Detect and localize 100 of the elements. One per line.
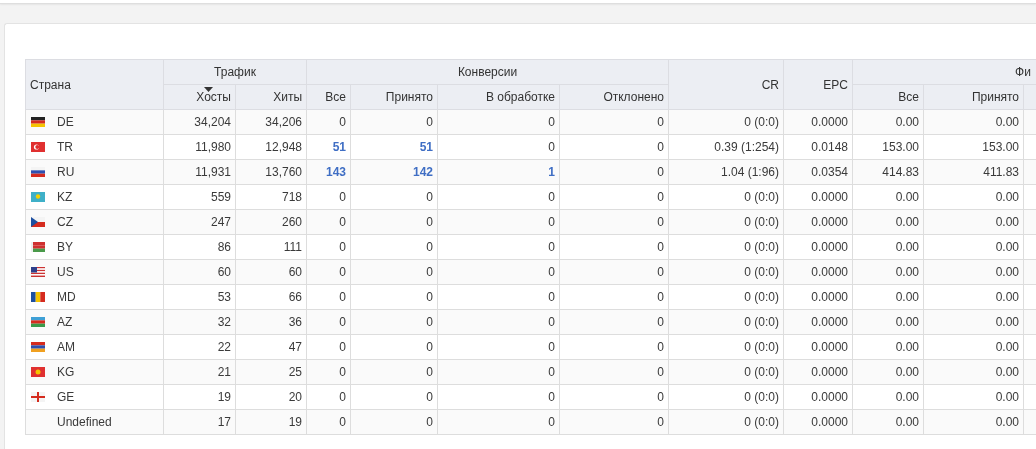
table-cell: 11,980 <box>163 134 236 160</box>
cell-value: 0 <box>426 415 433 429</box>
flag-icon <box>31 242 45 252</box>
table-cell: 0.0000 <box>783 234 853 260</box>
table-cell: 0.39 (1:254) <box>668 134 784 160</box>
column-header[interactable]: Отклонено <box>559 84 669 110</box>
cell-value: 0 <box>548 240 555 254</box>
table-cell: 0.00 <box>852 384 924 410</box>
column-group-header: Конверсии <box>306 59 669 85</box>
table-cell: 36 <box>235 309 307 335</box>
country-code: GE <box>57 390 75 404</box>
cell-value: 0 <box>548 365 555 379</box>
sort-caret-icon <box>204 87 213 92</box>
cell-value: 0 <box>339 315 346 329</box>
table-cell: 0.00 <box>852 309 924 335</box>
table-cell: 0.0000 <box>783 209 853 235</box>
table-cell: 60 <box>235 259 307 285</box>
cell-value: 0 <box>426 340 433 354</box>
flag-icon <box>31 342 45 352</box>
column-header[interactable]: EPC <box>783 59 853 110</box>
flag-icon <box>31 367 45 377</box>
table-cell: 0.00 <box>852 284 924 310</box>
cell-value: 0 <box>339 240 346 254</box>
cell-value: 0 <box>426 190 433 204</box>
table-cell: 0 (0:0) <box>668 109 784 135</box>
table-cell: 0.00 <box>852 409 924 435</box>
column-header[interactable]: Страна <box>25 59 164 110</box>
country-code: RU <box>57 165 75 179</box>
cell-value: 0 <box>657 315 665 329</box>
table-cell: 559 <box>163 184 236 210</box>
cell-value: 0 <box>657 340 665 354</box>
table-cell: 0.00 <box>852 334 924 360</box>
value-link[interactable]: 51 <box>332 140 346 154</box>
flag-icon <box>31 292 45 302</box>
table-cell: 11,931 <box>163 159 236 185</box>
table-cell: 0.00 <box>852 259 924 285</box>
table-cell: 0.0000 <box>783 384 853 410</box>
column-header[interactable]: В обработке <box>437 84 560 110</box>
country-code: Undefined <box>57 415 112 429</box>
cell-value: 0 <box>548 215 555 229</box>
table-cell: 247 <box>163 209 236 235</box>
table-cell: 0.00 <box>852 359 924 385</box>
country-code: KG <box>57 365 75 379</box>
table-cell: 260 <box>235 209 307 235</box>
table-cell: 21 <box>163 359 236 385</box>
table-cell: 22 <box>163 334 236 360</box>
table-cell: 20 <box>235 384 307 410</box>
cell-value: 0 <box>339 415 346 429</box>
table-cell: 0.00 <box>852 209 924 235</box>
country-code: DE <box>57 115 74 129</box>
table-cell: 111 <box>235 234 307 260</box>
table-cell: 13,760 <box>235 159 307 185</box>
cell-value: 0 <box>657 240 665 254</box>
table-cell: 0 (0:0) <box>668 309 784 335</box>
table-cell: 0.0000 <box>783 309 853 335</box>
table-cell: 19 <box>235 409 307 435</box>
country-code: CZ <box>57 215 73 229</box>
flag-icon <box>31 142 45 152</box>
table-cell: 0 (0:0) <box>668 284 784 310</box>
table-cell: 0 (0:0) <box>668 259 784 285</box>
cell-value: 0 <box>657 115 665 129</box>
table-cell: 12,948 <box>235 134 307 160</box>
cell-value: 0 <box>426 390 433 404</box>
table-cell: 86 <box>163 234 236 260</box>
cell-value: 0 <box>426 240 433 254</box>
column-header[interactable]: Принято <box>350 84 438 110</box>
value-link[interactable]: 51 <box>419 140 433 154</box>
table-cell: 0.0000 <box>783 109 853 135</box>
table-cell: 34,204 <box>163 109 236 135</box>
table-cell: 0.00 <box>923 384 1024 410</box>
cell-value: 0 <box>548 115 555 129</box>
column-header[interactable]: Принято <box>923 84 1024 110</box>
flag-icon <box>31 267 45 277</box>
cell-value: 0 <box>339 365 346 379</box>
table-cell: 718 <box>235 184 307 210</box>
value-link[interactable]: 1 <box>548 165 555 179</box>
table-cell: 1.04 (1:96) <box>668 159 784 185</box>
flag-icon <box>31 317 45 327</box>
table-cell: 0.00 <box>923 234 1024 260</box>
country-code: AM <box>57 340 75 354</box>
table-cell: 0.00 <box>852 184 924 210</box>
column-header[interactable]: CR <box>668 59 784 110</box>
table-cell: 0.00 <box>923 184 1024 210</box>
cell-value: 0 <box>339 340 346 354</box>
table-cell: 153.00 <box>923 134 1024 160</box>
table-cell: 34,206 <box>235 109 307 135</box>
table-cell: 0 (0:0) <box>668 384 784 410</box>
table-cell: 32 <box>163 309 236 335</box>
flag-icon <box>31 117 45 127</box>
cell-value: 0 <box>339 265 346 279</box>
cell-value: 0 <box>657 165 665 179</box>
cell-value: 0 <box>548 390 555 404</box>
table-cell: 19 <box>163 384 236 410</box>
cell-value: 0 <box>339 115 346 129</box>
flag-icon <box>31 217 45 227</box>
cell-value: 0 <box>548 415 555 429</box>
cell-value: 0 <box>657 390 665 404</box>
country-code: KZ <box>57 190 73 204</box>
value-link[interactable]: 142 <box>412 165 433 179</box>
cell-value: 0 <box>657 190 665 204</box>
